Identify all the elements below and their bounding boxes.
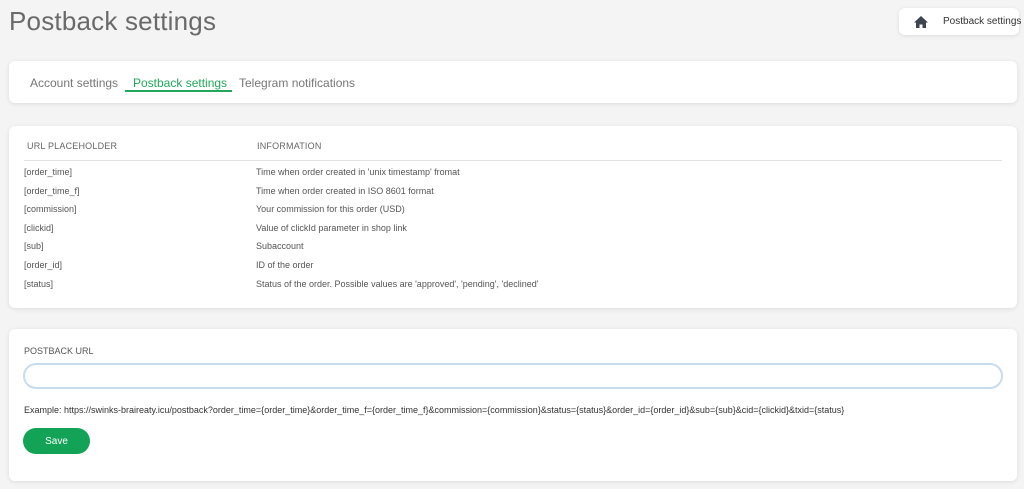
table-row: [order_time_f] Time when order created i… [9,186,1017,204]
information-cell: Time when order created in ISO 8601 form… [256,186,434,196]
save-button[interactable]: Save [23,428,90,454]
tab-account-settings[interactable]: Account settings [30,76,118,90]
postback-url-input[interactable] [23,363,1003,389]
information-cell: Time when order created in 'unix timesta… [256,167,460,177]
table-row: [clickid] Value of clickId parameter in … [9,223,1017,241]
information-cell: Status of the order. Possible values are… [256,279,539,289]
postback-url-label: POSTBACK URL [24,346,94,356]
table-row: [commission] Your commission for this or… [9,204,1017,222]
table-header-divider [24,160,1002,161]
information-cell: ID of the order [256,260,314,270]
information-cell: Subaccount [256,241,304,251]
table-row: [status] Status of the order. Possible v… [9,279,1017,297]
table-row: [sub] Subaccount [9,241,1017,259]
placeholder-cell: [order_time_f] [24,186,80,196]
tab-telegram-notifications[interactable]: Telegram notifications [239,76,355,90]
breadcrumb-current: Postback settings [943,16,1022,27]
placeholder-cell: [status] [24,279,54,289]
placeholder-cell: [order_id] [24,260,63,270]
home-icon[interactable] [913,15,929,29]
column-header-placeholder: URL PLACEHOLDER [27,141,118,151]
information-cell: Your commission for this order (USD) [256,204,405,214]
table-row: [order_time] Time when order created in … [9,167,1017,185]
page-title: Postback settings [9,6,217,36]
placeholder-cell: [commission] [24,204,77,214]
postback-url-example: Example: https://swinks-braireaty.icu/po… [24,405,845,415]
placeholder-cell: [clickid] [24,223,54,233]
placeholders-table: URL PLACEHOLDER INFORMATION [order_time]… [9,126,1017,308]
active-tab-indicator [125,90,232,92]
placeholder-cell: [order_time] [24,167,73,177]
settings-tabs: Account settings Postback settings Teleg… [9,61,1017,103]
tab-postback-settings[interactable]: Postback settings [133,76,227,90]
placeholder-cell: [sub] [24,241,44,251]
column-header-information: INFORMATION [257,141,322,151]
information-cell: Value of clickId parameter in shop link [256,223,407,233]
breadcrumb: Postback settings [899,8,1022,35]
postback-url-form: POSTBACK URL Example: https://swinks-bra… [9,329,1017,481]
table-row: [order_id] ID of the order [9,260,1017,278]
